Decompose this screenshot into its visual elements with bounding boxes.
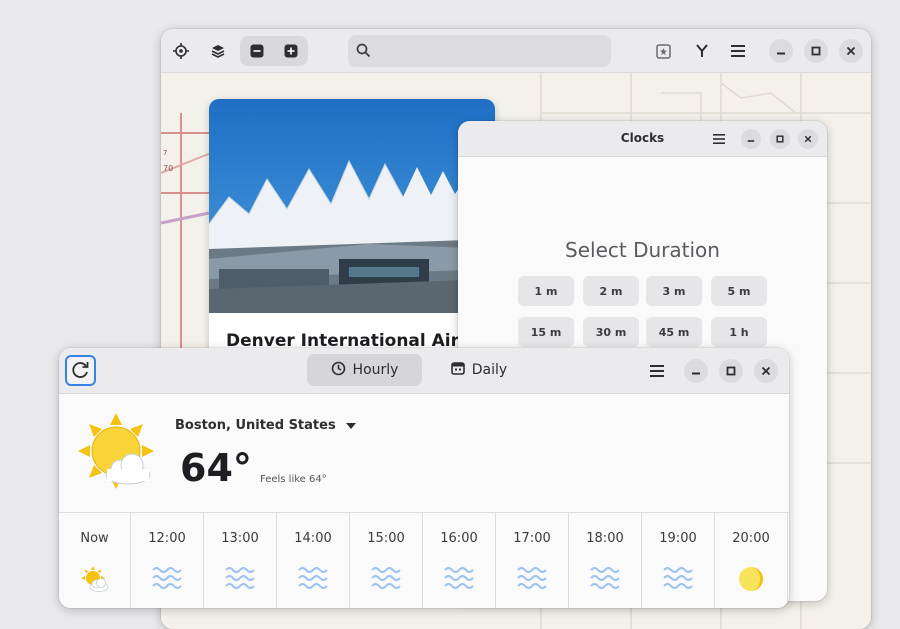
hour-label: 19:00: [659, 531, 697, 546]
zoom-controls: [240, 36, 308, 66]
hour-label: 20:00: [732, 531, 770, 546]
select-duration-title: Select Duration: [565, 238, 720, 262]
duration-button[interactable]: 45 m: [646, 317, 702, 347]
maps-header: [161, 29, 871, 73]
duration-button[interactable]: 2 m: [583, 276, 639, 306]
duration-button[interactable]: 30 m: [583, 317, 639, 347]
close-button[interactable]: [839, 39, 863, 63]
search-input[interactable]: [348, 35, 611, 67]
refresh-icon: [72, 362, 89, 378]
dropdown-arrow-icon: [346, 418, 357, 433]
place-card[interactable]: Denver International Airpo: [209, 99, 495, 379]
calendar-icon: [450, 361, 465, 379]
tab-hourly-label: Hourly: [352, 362, 399, 378]
menu-icon[interactable]: [649, 364, 665, 378]
hour-cell: 20:00: [715, 513, 788, 608]
weather-window: Hourly Daily Boston, United States 64° F…: [59, 348, 789, 608]
hour-label: 12:00: [148, 531, 186, 546]
hour-cell: 19:00: [642, 513, 715, 608]
minimize-button[interactable]: [741, 129, 761, 149]
maximize-button[interactable]: [719, 359, 743, 383]
hour-label: 17:00: [513, 531, 551, 546]
hour-label: 13:00: [221, 531, 259, 546]
weather-header: Hourly Daily: [59, 348, 789, 394]
minimize-button[interactable]: [684, 359, 708, 383]
hour-label: Now: [80, 531, 109, 546]
map-label-route2: 7: [163, 149, 167, 157]
hour-cell: 12:00: [131, 513, 204, 608]
refresh-button[interactable]: [65, 355, 96, 386]
fog-icon: [371, 565, 401, 595]
partly-cloudy-icon: [76, 411, 156, 491]
hour-cell: Now: [59, 513, 131, 608]
hour-cell: 14:00: [277, 513, 350, 608]
zoom-out-button[interactable]: [248, 42, 266, 60]
close-button[interactable]: [754, 359, 778, 383]
map-label-route: 70: [163, 164, 173, 173]
hour-cell: 17:00: [496, 513, 569, 608]
location-label: Boston, United States: [175, 418, 336, 433]
hourly-forecast[interactable]: Now 12:00 13:00 14:00 15:00 16:00 17:00 18:00 19…: [59, 512, 789, 608]
zoom-in-button[interactable]: [282, 42, 300, 60]
hour-cell: 13:00: [204, 513, 277, 608]
hour-cell: 15:00: [350, 513, 423, 608]
menu-icon[interactable]: [712, 133, 726, 145]
maximize-button[interactable]: [804, 39, 828, 63]
fog-icon: [517, 565, 547, 595]
hour-label: 14:00: [294, 531, 332, 546]
minimize-button[interactable]: [769, 39, 793, 63]
tab-daily[interactable]: Daily: [444, 354, 514, 386]
clocks-header: Clocks: [458, 121, 827, 157]
duration-button[interactable]: 5 m: [711, 276, 767, 306]
tab-daily-label: Daily: [471, 362, 508, 378]
current-temperature: 64°: [180, 446, 252, 490]
hour-cell: 18:00: [569, 513, 642, 608]
tab-hourly[interactable]: Hourly: [307, 354, 422, 386]
close-button[interactable]: [798, 129, 818, 149]
route-icon[interactable]: [693, 42, 711, 60]
moon-icon: [737, 565, 765, 597]
menu-icon[interactable]: [729, 42, 747, 60]
duration-button[interactable]: 3 m: [646, 276, 702, 306]
place-photo: [209, 99, 495, 313]
fog-icon: [663, 565, 693, 595]
hour-label: 16:00: [440, 531, 478, 546]
location-selector[interactable]: Boston, United States: [175, 418, 357, 433]
fog-icon: [590, 565, 620, 595]
maximize-button[interactable]: [770, 129, 790, 149]
feels-like: Feels like 64°: [260, 474, 327, 485]
hour-cell: 16:00: [423, 513, 496, 608]
partly-sunny-icon: [80, 565, 110, 599]
duration-button[interactable]: 1 m: [518, 276, 574, 306]
fog-icon: [444, 565, 474, 595]
hour-label: 15:00: [367, 531, 405, 546]
duration-button[interactable]: 15 m: [518, 317, 574, 347]
search-icon: [356, 43, 371, 62]
fog-icon: [152, 565, 182, 595]
favorites-icon[interactable]: [654, 42, 672, 60]
hour-label: 18:00: [586, 531, 624, 546]
clock-icon: [331, 361, 346, 380]
fog-icon: [225, 565, 255, 595]
locate-icon[interactable]: [171, 41, 191, 61]
duration-button[interactable]: 1 h: [711, 317, 767, 347]
fog-icon: [298, 565, 328, 595]
layers-icon[interactable]: [208, 41, 228, 61]
